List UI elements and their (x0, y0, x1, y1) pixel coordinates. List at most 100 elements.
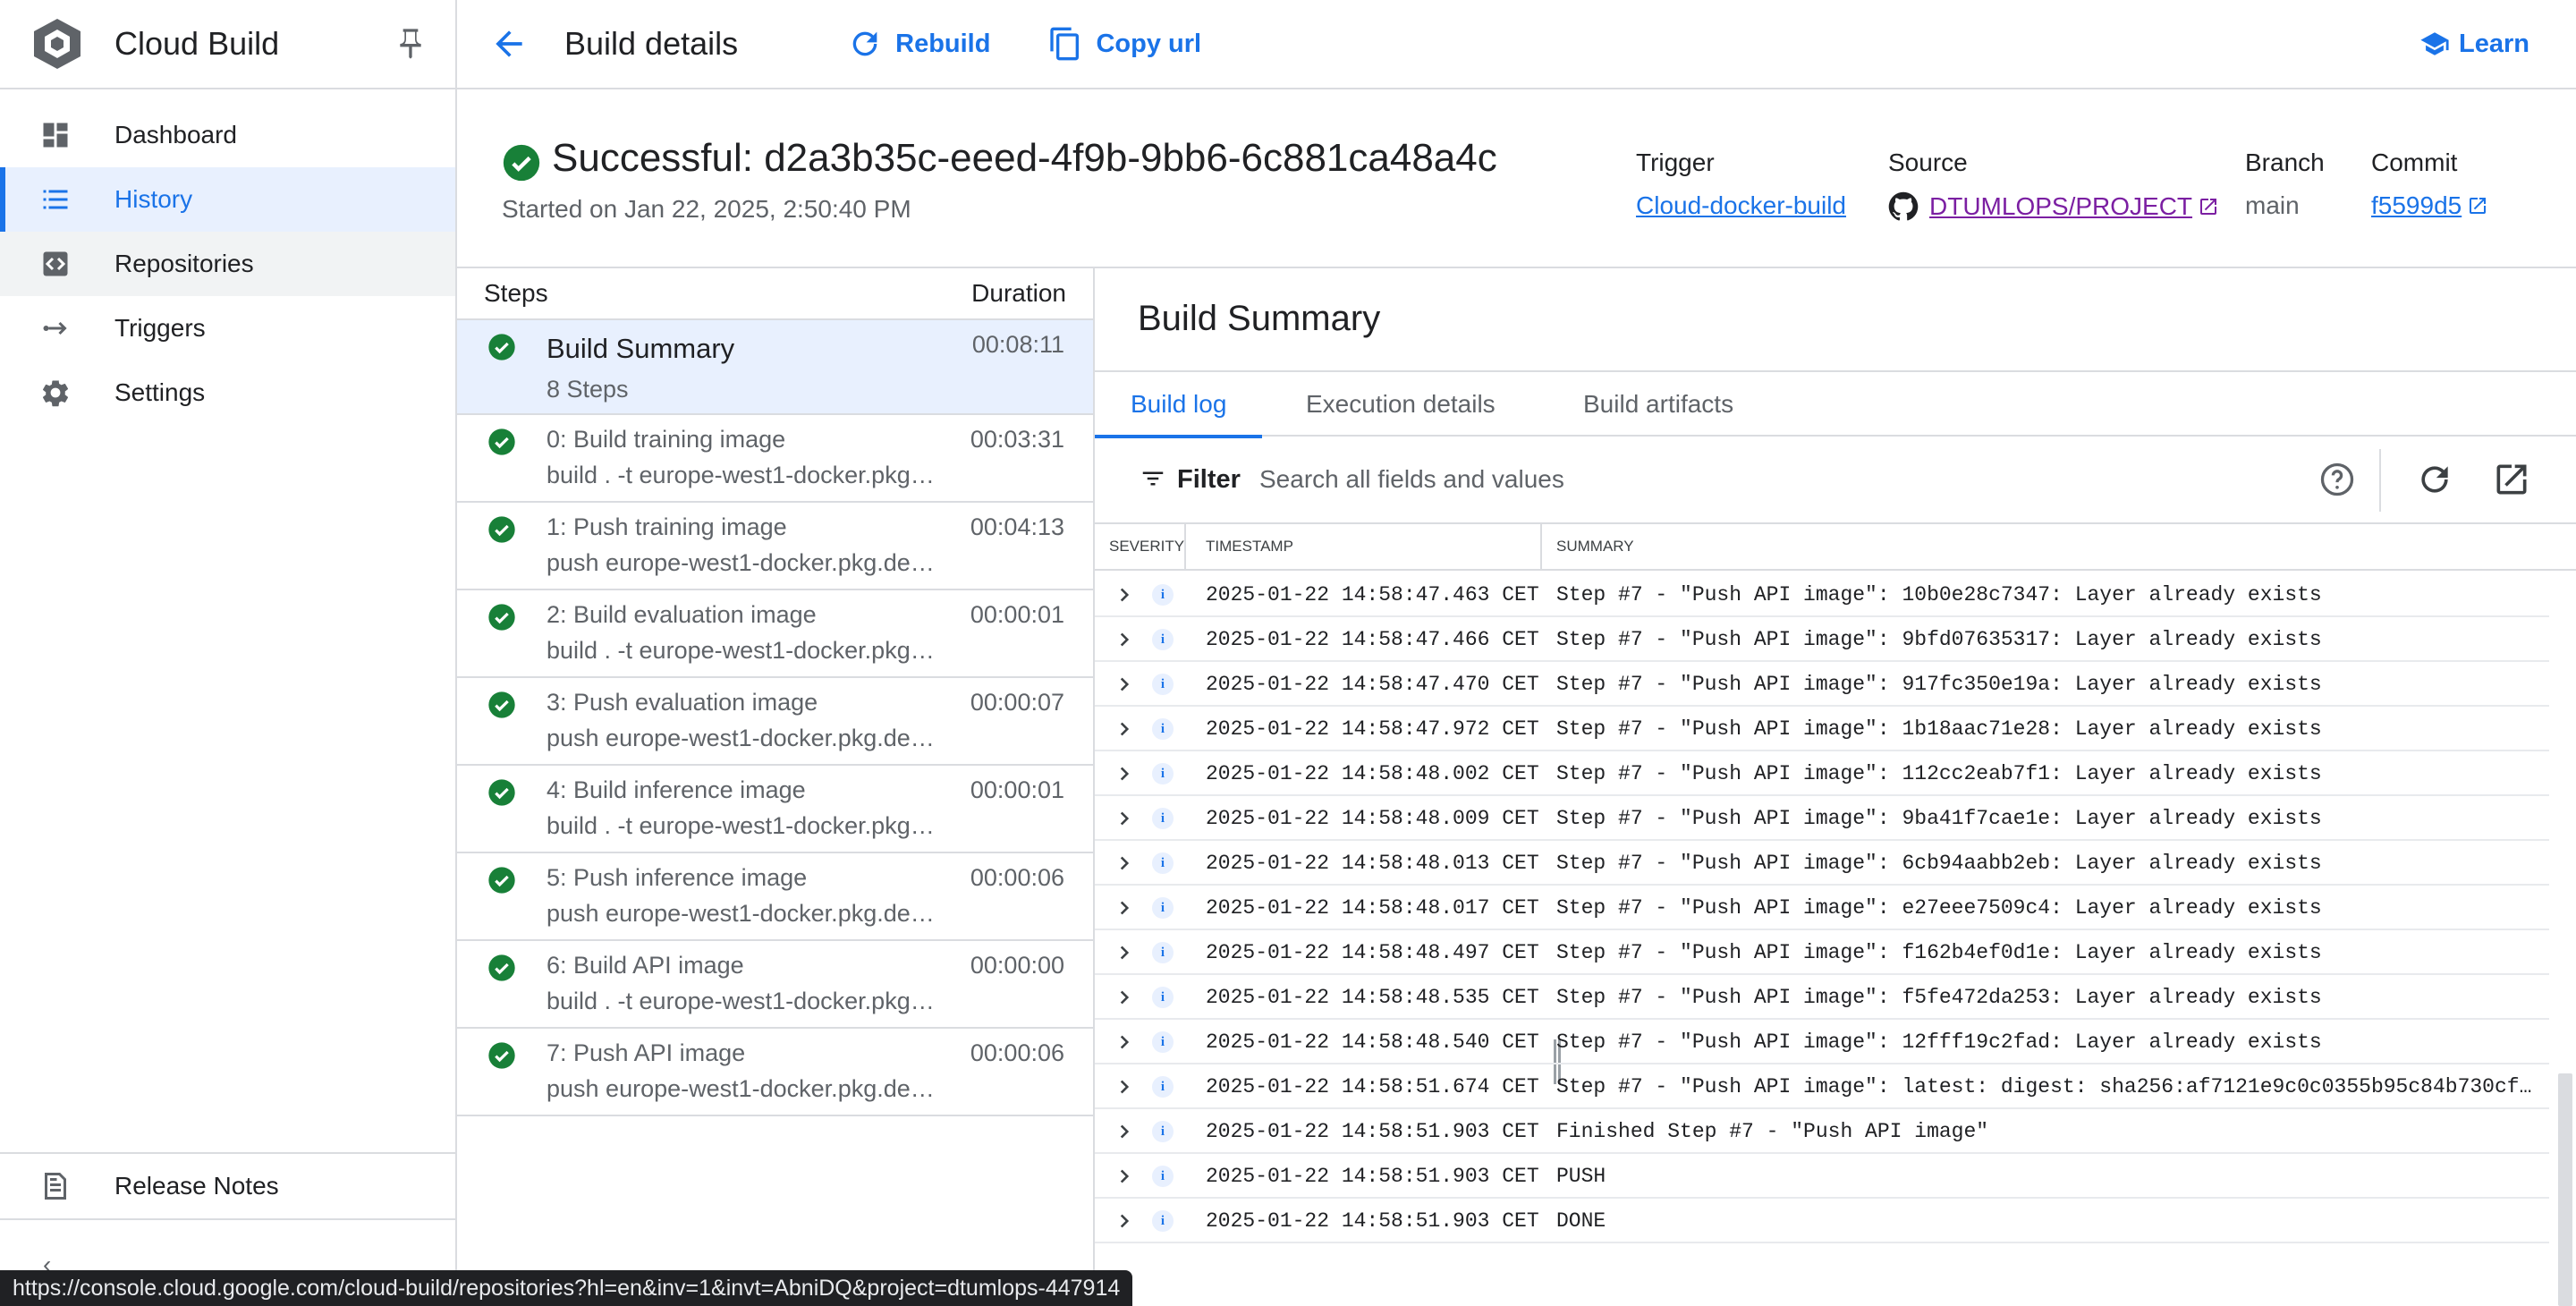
log-timestamp: 2025-01-22 14:58:51.903 CET (1206, 1165, 1539, 1188)
log-message: Step #7 - "Push API image": 917fc350e19a… (1556, 673, 2322, 696)
success-check-icon (488, 954, 515, 981)
list-icon (43, 190, 68, 209)
app-header: Cloud Build (0, 0, 455, 89)
summary-column-header[interactable]: SUMMARY (1556, 524, 1634, 569)
chevron-right-icon[interactable] (1113, 941, 1136, 964)
open-in-new-button[interactable] (2488, 456, 2535, 503)
log-row[interactable]: i 2025-01-22 14:58:48.002 CET Step #7 - "P… (1095, 751, 2549, 796)
info-severity-icon: i (1152, 1210, 1174, 1232)
build-started-time: Started on Jan 22, 2025, 2:50:40 PM (502, 195, 911, 223)
source-repo-link[interactable]: DTUMLOPS/PROJECT (1929, 192, 2192, 221)
trigger-meta: Trigger Cloud-docker-build (1636, 148, 1846, 220)
nav-item-history[interactable]: History (0, 167, 455, 232)
copy-url-button[interactable]: Copy url (1047, 26, 1201, 62)
learn-button[interactable]: Learn (2419, 29, 2529, 59)
trigger-link[interactable]: Cloud-docker-build (1636, 191, 1846, 220)
chevron-right-icon[interactable] (1113, 986, 1136, 1009)
chevron-right-icon[interactable] (1113, 1030, 1136, 1054)
duration-column-header: Duration (971, 279, 1066, 307)
chevron-right-icon[interactable] (1113, 896, 1136, 920)
info-severity-icon: i (1152, 987, 1174, 1008)
chevron-right-icon[interactable] (1113, 1165, 1136, 1188)
log-row[interactable]: i 2025-01-22 14:58:48.013 CET Step #7 - "P… (1095, 841, 2549, 886)
chevron-right-icon[interactable] (1113, 1209, 1136, 1233)
step-build-summary[interactable]: Build Summary 8 Steps 00:08:11 (457, 320, 1093, 415)
external-link-icon[interactable] (2198, 196, 2219, 217)
step-row[interactable]: 7: Push API image push europe-west1-docke… (457, 1029, 1093, 1116)
source-label: Source (1888, 148, 1968, 176)
pin-icon[interactable] (393, 26, 428, 62)
log-row[interactable]: i 2025-01-22 14:58:47.466 CET Step #7 - "P… (1095, 617, 2549, 662)
commit-label: Commit (2371, 148, 2458, 176)
external-link-icon[interactable] (2467, 195, 2488, 216)
log-row[interactable]: i 2025-01-22 14:58:47.463 CET Step #7 - "P… (1095, 572, 2549, 617)
nav-item-triggers[interactable]: Triggers (0, 296, 455, 360)
step-name: 4: Build inference image (547, 776, 806, 803)
help-button[interactable] (2314, 456, 2360, 503)
step-duration: 00:00:01 (970, 601, 1064, 628)
chevron-right-icon[interactable] (1113, 762, 1136, 785)
tab-execution-details[interactable]: Execution details (1306, 372, 1496, 437)
log-row[interactable]: i 2025-01-22 14:58:51.674 CET Step #7 - "P… (1095, 1064, 2549, 1109)
refresh-log-button[interactable] (2411, 456, 2458, 503)
info-severity-icon: i (1152, 1031, 1174, 1053)
tab-build-log[interactable]: Build log (1094, 372, 1263, 438)
log-row[interactable]: i 2025-01-22 14:58:48.535 CET Step #7 - "P… (1095, 975, 2549, 1020)
log-row[interactable]: i 2025-01-22 14:58:48.497 CET Step #7 - "P… (1095, 930, 2549, 975)
log-timestamp: 2025-01-22 14:58:48.017 CET (1206, 896, 1539, 920)
nav-item-settings[interactable]: Settings (0, 360, 455, 425)
filter-search-input[interactable] (1259, 462, 2064, 497)
step-row[interactable]: 3: Push evaluation image push europe-west… (457, 678, 1093, 766)
step-row[interactable]: 1: Push training image push europe-west1-… (457, 503, 1093, 590)
log-table-header: SEVERITY TIMESTAMP SUMMARY (1095, 524, 2576, 571)
copy-icon (1050, 27, 1080, 61)
info-severity-icon: i (1152, 674, 1174, 695)
log-row[interactable]: i 2025-01-22 14:58:51.903 CET Finished Ste… (1095, 1109, 2549, 1154)
chevron-right-icon[interactable] (1113, 807, 1136, 830)
release-notes-link[interactable]: Release Notes (0, 1152, 455, 1220)
nav-item-dashboard[interactable]: Dashboard (0, 103, 455, 167)
cloud-build-logo-icon[interactable] (30, 17, 84, 71)
steps-panel: Steps Duration Build Summary 8 Steps 00:… (457, 268, 1561, 1306)
step-row[interactable]: 2: Build evaluation image build . -t euro… (457, 590, 1093, 678)
log-row[interactable]: i 2025-01-22 14:58:47.972 CET Step #7 - "P… (1095, 707, 2549, 751)
chevron-right-icon[interactable] (1113, 583, 1136, 606)
refresh-icon (2421, 466, 2448, 493)
log-timestamp: 2025-01-22 14:58:51.903 CET (1206, 1120, 1539, 1143)
rebuild-button[interactable]: Rebuild (847, 26, 990, 62)
log-row[interactable]: i 2025-01-22 14:58:48.009 CET Step #7 - "P… (1095, 796, 2549, 841)
release-notes-icon (45, 1173, 66, 1200)
app-title: Cloud Build (114, 25, 280, 62)
nav-item-repositories[interactable]: Repositories (0, 232, 455, 296)
chevron-right-icon[interactable] (1113, 717, 1136, 741)
timestamp-column-header[interactable]: TIMESTAMP (1206, 524, 1293, 569)
log-row[interactable]: i 2025-01-22 14:58:51.903 CET DONE (1095, 1199, 2549, 1243)
step-row[interactable]: 0: Build training image build . -t europe… (457, 415, 1093, 503)
commit-link[interactable]: f5599d5 (2371, 191, 2462, 220)
chevron-right-icon[interactable] (1113, 673, 1136, 696)
step-command: build . -t europe-west1-docker.pkg.dev/d… (547, 988, 940, 1014)
nav-item-label: Settings (114, 378, 206, 406)
log-row[interactable]: i 2025-01-22 14:58:48.017 CET Step #7 - "P… (1095, 886, 2549, 930)
back-arrow-icon[interactable] (489, 24, 529, 64)
step-sub: 8 Steps (547, 376, 629, 403)
severity-column-header[interactable]: SEVERITY (1109, 524, 1184, 569)
chevron-right-icon[interactable] (1113, 628, 1136, 651)
step-command: push europe-west1-docker.pkg.dev/dtumlop… (547, 549, 940, 576)
log-row[interactable]: i 2025-01-22 14:58:51.903 CET PUSH (1095, 1154, 2549, 1199)
info-severity-icon: i (1152, 629, 1174, 650)
step-row[interactable]: 4: Build inference image build . -t europ… (457, 766, 1093, 853)
chevron-right-icon[interactable] (1113, 1075, 1136, 1098)
log-row[interactable]: i 2025-01-22 14:58:48.540 CET Step #7 - "P… (1095, 1020, 2549, 1064)
chevron-right-icon[interactable] (1113, 1120, 1136, 1143)
step-duration: 00:03:31 (970, 426, 1064, 453)
filter-label[interactable]: Filter (1177, 465, 1241, 495)
tab-build-artifacts[interactable]: Build artifacts (1583, 372, 1733, 437)
log-scrollbar[interactable] (2558, 1073, 2572, 1306)
step-row[interactable]: 6: Build API image build . -t europe-west… (457, 941, 1093, 1029)
filter-icon[interactable] (1140, 465, 1166, 492)
step-row[interactable]: 5: Push inference image push europe-west1… (457, 853, 1093, 941)
log-row[interactable]: i 2025-01-22 14:58:47.470 CET Step #7 - "P… (1095, 662, 2549, 707)
chevron-right-icon[interactable] (1113, 852, 1136, 875)
commit-meta: Commit f5599d5 (2371, 148, 2488, 220)
